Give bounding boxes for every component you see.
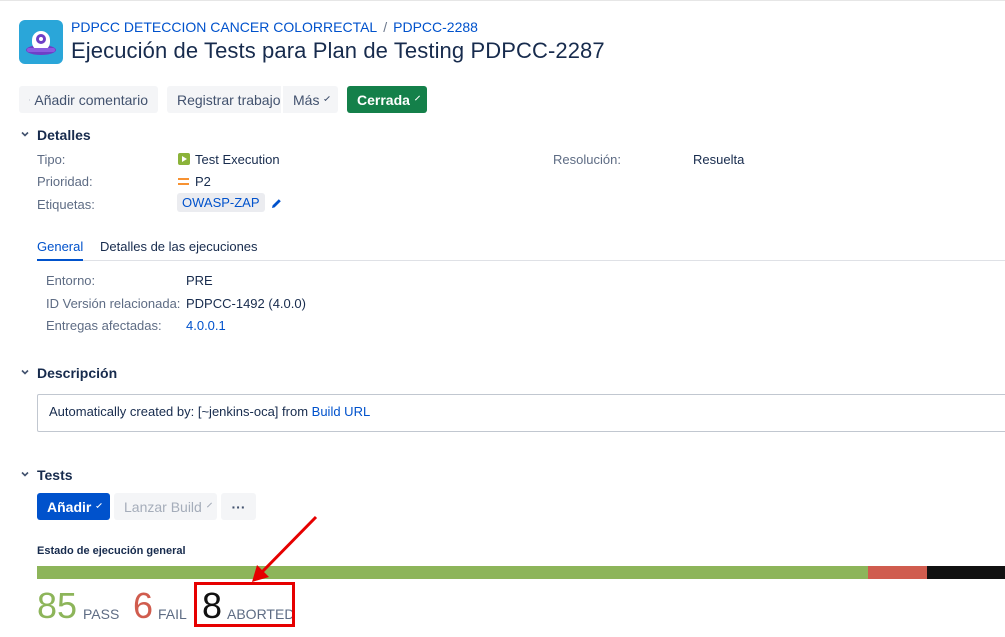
annotation-arrow-icon (252, 515, 318, 582)
